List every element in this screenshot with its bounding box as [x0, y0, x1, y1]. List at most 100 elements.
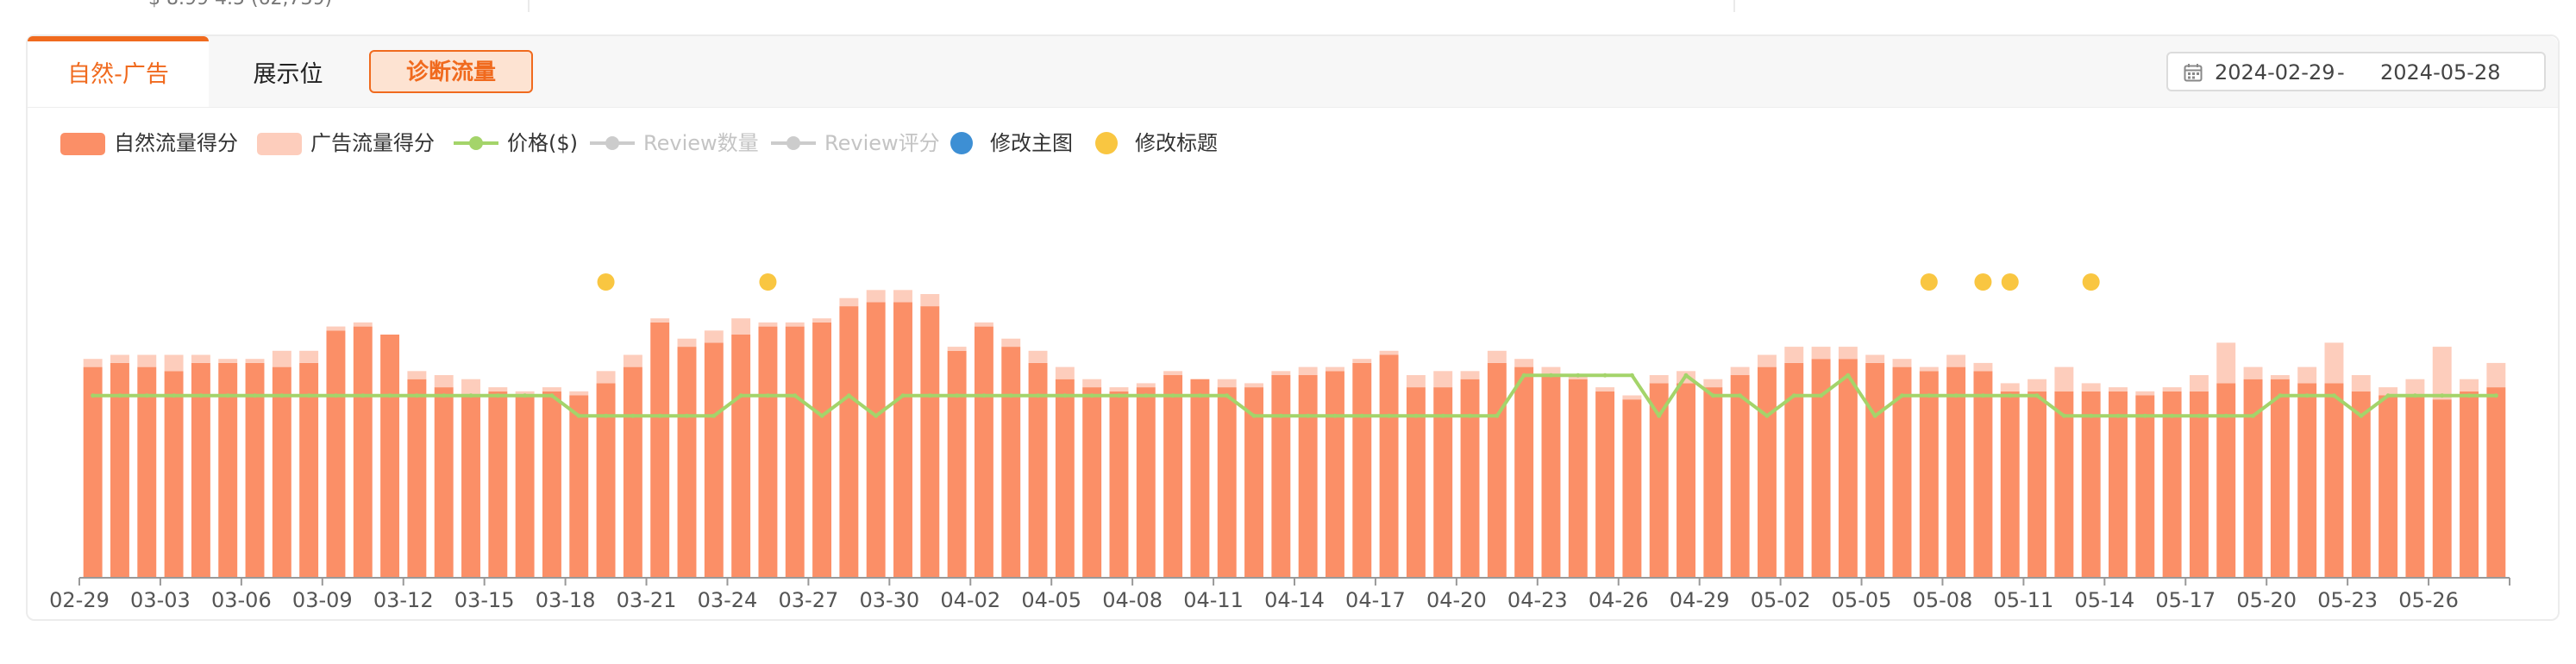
bar-organic [380, 335, 400, 578]
bar-organic [1838, 359, 1858, 578]
bar-ad [2432, 347, 2452, 400]
bar-ad [1406, 375, 1426, 388]
bar-organic [353, 326, 373, 578]
bar-ad [920, 294, 940, 307]
x-tick-label: 03-15 [454, 588, 515, 612]
bar-ad [1028, 350, 1048, 363]
x-tick-label: 03-09 [292, 588, 353, 612]
price-point [2008, 393, 2013, 398]
price-point [1251, 413, 1257, 418]
price-point [306, 393, 311, 398]
bar-ad [299, 350, 319, 363]
title-change-marker [2001, 273, 2019, 291]
bar-ad [1757, 354, 1777, 367]
price-point [1008, 393, 1013, 398]
price-point [91, 393, 96, 398]
x-tick-label: 04-05 [1021, 588, 1081, 612]
title-change-marker [597, 273, 615, 291]
price-point [198, 393, 204, 398]
bar-ad [110, 354, 129, 363]
x-tick-label: 05-23 [2317, 588, 2378, 612]
bar-ad [191, 354, 210, 363]
title-change-marker [1920, 273, 1938, 291]
price-point [2304, 393, 2310, 398]
bar-organic [1946, 366, 1966, 578]
bar-ad [1326, 366, 1344, 372]
bar-ad [2270, 375, 2290, 379]
bar-organic [164, 371, 184, 578]
bar-organic [137, 366, 157, 578]
bar-ad [623, 354, 642, 367]
bar-ad [1649, 375, 1669, 384]
price-point [955, 393, 960, 398]
x-tick-label: 05-05 [1832, 588, 1892, 612]
bar-organic [1730, 375, 1750, 578]
bar-organic [1757, 366, 1777, 578]
x-tick-label: 05-20 [2236, 588, 2297, 612]
price-point [1846, 373, 1851, 378]
bar-organic [1298, 375, 1318, 578]
x-tick-label: 03-18 [536, 588, 596, 612]
bar-organic [2000, 391, 2020, 578]
bar-organic [2270, 379, 2290, 578]
price-point [2440, 393, 2445, 398]
bar-ad [2460, 379, 2479, 392]
bar-ad [893, 290, 912, 303]
price-point [1495, 413, 1500, 418]
price-point [2142, 413, 2147, 418]
price-point [2466, 393, 2472, 398]
price-point [874, 413, 879, 418]
bar-ad [2243, 366, 2263, 379]
bar-ad [1892, 359, 1912, 367]
price-point [1683, 373, 1689, 378]
bar-organic [1163, 375, 1183, 578]
bar-organic [434, 387, 454, 578]
bar-organic [1677, 383, 1695, 578]
bar-ad [812, 318, 832, 323]
price-point [172, 393, 177, 398]
x-tick-label: 03-06 [211, 588, 272, 612]
x-tick-label: 03-12 [373, 588, 434, 612]
bar-organic [2486, 387, 2506, 578]
price-point [1710, 393, 1715, 398]
bar-organic [1865, 362, 1885, 578]
price-point [442, 393, 447, 398]
price-point [927, 393, 932, 398]
bar-organic [407, 379, 427, 578]
price-point [2170, 413, 2175, 418]
bar-ad [2297, 366, 2317, 384]
x-tick-label: 04-14 [1264, 588, 1325, 612]
bar-organic [1055, 379, 1075, 578]
x-tick-label: 04-20 [1426, 588, 1487, 612]
x-tick-label: 03-21 [617, 588, 677, 612]
bar-organic [2432, 399, 2452, 578]
price-point [360, 393, 366, 398]
bar-ad [542, 387, 561, 392]
price-point [1764, 413, 1770, 418]
bar-organic [326, 330, 346, 578]
bar-organic [650, 322, 670, 578]
bar-ad [2081, 383, 2101, 392]
bar-organic [83, 366, 103, 578]
price-point [468, 393, 473, 398]
price-point [2089, 413, 2094, 418]
bar-organic [1082, 387, 1102, 578]
x-tick-label: 04-29 [1670, 588, 1730, 612]
price-point [1953, 393, 1959, 398]
bar-organic [1136, 387, 1156, 578]
bar-ad [2324, 342, 2344, 384]
bar-organic [623, 366, 642, 578]
bar-ad [866, 290, 886, 303]
bar-ad [974, 322, 993, 327]
price-point [657, 413, 662, 418]
bar-organic [812, 322, 832, 578]
bar-organic [2351, 391, 2371, 578]
bar-ad [407, 371, 427, 379]
bar-organic [2379, 395, 2398, 578]
price-point [1170, 393, 1175, 398]
bar-organic [2324, 383, 2344, 578]
title-change-marker [1974, 273, 1992, 291]
x-tick-label: 03-03 [130, 588, 191, 612]
price-point [1872, 413, 1877, 418]
x-tick-label: 03-27 [779, 588, 839, 612]
